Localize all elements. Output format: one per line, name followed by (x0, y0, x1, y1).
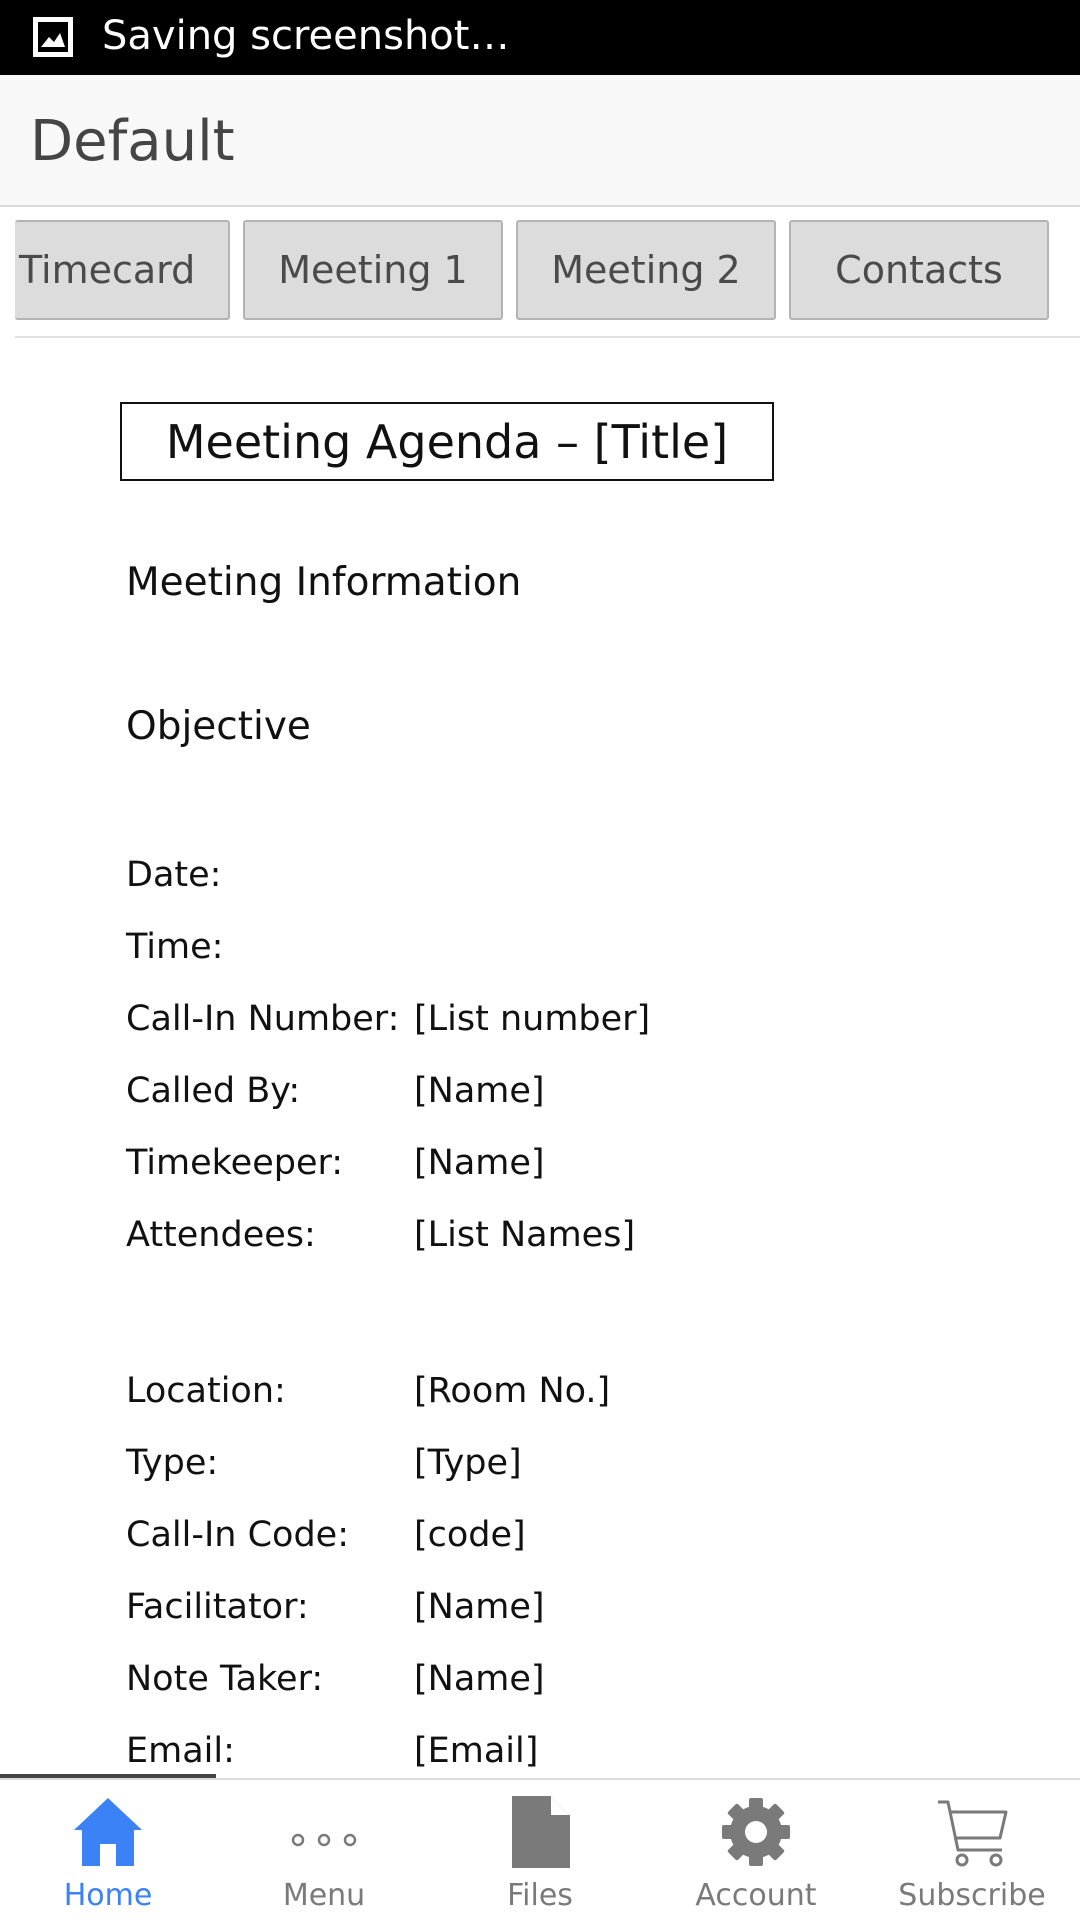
home-icon (74, 1798, 142, 1866)
section-meeting-information: Meeting Information (126, 560, 522, 605)
field-row: Type: [Type] (126, 1443, 1026, 1491)
field-row: Date: (126, 855, 1026, 903)
nav-files[interactable]: Files (432, 1780, 648, 1920)
field-row: Time: (126, 927, 1026, 975)
field-row: Call-In Number: [List number] (126, 999, 1026, 1047)
more-dots-icon (291, 1833, 357, 1847)
field-row: Email: [Email] (126, 1731, 1026, 1775)
field-value: [List Names] (414, 1215, 636, 1255)
field-value: [Type] (414, 1443, 522, 1483)
page-title: Default (30, 109, 235, 174)
field-label: Facilitator: (126, 1587, 309, 1627)
field-label: Email: (126, 1731, 235, 1771)
tabs-divider (15, 336, 1080, 338)
field-row: Facilitator: [Name] (126, 1587, 1026, 1635)
field-label: Time: (126, 927, 224, 967)
field-label: Timekeeper: (126, 1143, 344, 1183)
document-title: Meeting Agenda – [Title] (120, 402, 774, 481)
field-row: Called By: [Name] (126, 1071, 1026, 1119)
section-objective: Objective (126, 704, 311, 749)
file-icon (512, 1796, 570, 1868)
tab-strip[interactable]: Timecard Meeting 1 Meeting 2 Contacts (0, 207, 1080, 339)
status-text: Saving screenshot… (102, 13, 510, 59)
field-value: [Name] (414, 1587, 545, 1627)
field-value: [List number] (414, 999, 651, 1039)
field-value: [Name] (414, 1143, 545, 1183)
field-label: Called By: (126, 1071, 301, 1111)
nav-label: Account (695, 1878, 817, 1913)
field-label: Location: (126, 1371, 286, 1411)
field-value: [Email] (414, 1731, 539, 1771)
gear-icon (722, 1798, 790, 1866)
nav-home[interactable]: Home (0, 1780, 216, 1920)
field-row: Attendees: [List Names] (126, 1215, 1026, 1263)
cart-icon (938, 1800, 1008, 1867)
field-label: Call-In Number: (126, 999, 400, 1039)
field-value: [Name] (414, 1659, 545, 1699)
field-label: Type: (126, 1443, 219, 1483)
nav-label: Menu (282, 1878, 366, 1913)
tab-meeting-1[interactable]: Meeting 1 (243, 220, 503, 320)
field-label: Date: (126, 855, 222, 895)
app-bar: Default (0, 75, 1080, 207)
field-label: Call-In Code: (126, 1515, 349, 1555)
field-row: Note Taker: [Name] (126, 1659, 1026, 1707)
tab-timecard[interactable]: Timecard (15, 220, 230, 320)
field-row: Call-In Code: [code] (126, 1515, 1026, 1563)
status-bar: Saving screenshot… (0, 0, 1080, 75)
field-row: Location: [Room No.] (126, 1371, 1026, 1419)
field-label: Note Taker: (126, 1659, 324, 1699)
tab-contacts[interactable]: Contacts (789, 220, 1049, 320)
field-value: [code] (414, 1515, 526, 1555)
tab-meeting-2[interactable]: Meeting 2 (516, 220, 776, 320)
nav-label: Subscribe (898, 1878, 1046, 1913)
screenshot-icon (33, 17, 73, 57)
nav-label: Files (507, 1878, 573, 1913)
field-row: Timekeeper: [Name] (126, 1143, 1026, 1191)
field-label: Attendees: (126, 1215, 316, 1255)
nav-subscribe[interactable]: Subscribe (864, 1780, 1080, 1920)
field-value: [Room No.] (414, 1371, 611, 1411)
bottom-navigation: Home Menu Files Account Subscribe (0, 1778, 1080, 1920)
nav-menu[interactable]: Menu (216, 1780, 432, 1920)
field-value: [Name] (414, 1071, 545, 1111)
nav-account[interactable]: Account (648, 1780, 864, 1920)
nav-label: Home (63, 1878, 153, 1913)
document-view[interactable]: Meeting Agenda – [Title] Meeting Informa… (0, 339, 1080, 1775)
